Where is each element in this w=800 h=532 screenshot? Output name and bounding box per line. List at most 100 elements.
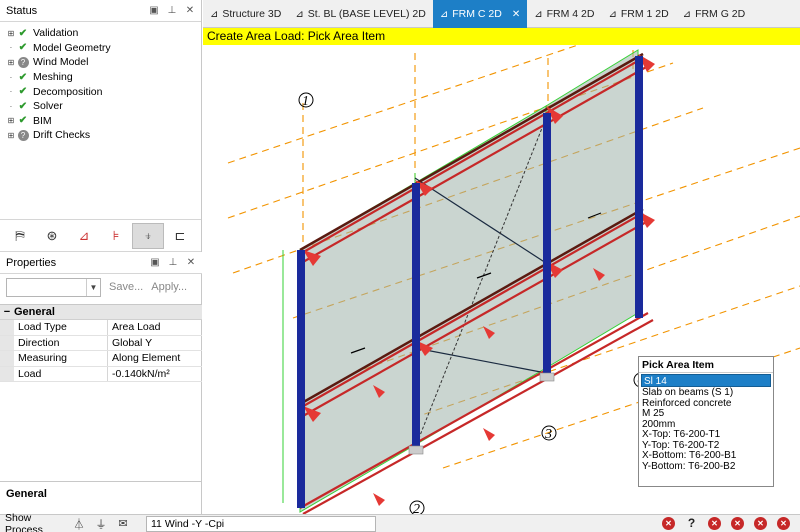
pick-popup-title: Pick Area Item [639,357,773,373]
checkmark-icon: ✔ [18,86,28,98]
property-row[interactable]: Measuring Along Element [0,351,202,367]
status-item[interactable]: ⊞? Wind Model [0,55,201,70]
save-button[interactable]: Save... [109,281,143,293]
close-tab-icon[interactable]: ✕ [512,9,520,20]
property-category[interactable]: − General [0,305,202,320]
error-icon[interactable]: ✕ [754,517,767,530]
column-tool-icon[interactable]: ⊧ [100,223,132,249]
tab-label: FRM C 2D [452,8,502,20]
property-value[interactable]: Global Y [108,336,202,351]
error-icon[interactable]: ✕ [708,517,721,530]
structure-icon[interactable]: ⏃ [68,516,90,532]
close-icon[interactable]: ✕ [186,257,196,268]
property-value[interactable]: Area Load [108,320,202,335]
checkmark-icon: ✔ [18,42,28,54]
row-gutter [0,320,14,335]
grid-label-3: 3 [544,427,552,442]
view-tab[interactable]: ⊿ Structure 3D [203,0,288,28]
section-tool-icon[interactable]: ⊏ [164,223,196,249]
property-category-label: General [14,306,55,318]
support-tool-icon[interactable]: ⊿ [68,223,100,249]
status-item-label: Validation [33,27,79,40]
property-key: Load Type [14,320,108,335]
load-icon[interactable]: ⏚ [90,516,112,532]
view-icon: ⊿ [439,8,449,20]
property-value[interactable]: Along Element [108,351,202,366]
status-panel-title: Status [6,4,38,17]
preset-select[interactable]: ▼ [6,277,101,297]
wheel-tool-icon[interactable]: ⊛ [36,223,68,249]
tree-line-icon: · [9,72,13,82]
property-row[interactable]: Direction Global Y [0,335,202,351]
model-viewport[interactable]: 1 2 3 2 C Create Area Load: Pick Area It… [203,28,800,514]
status-item[interactable]: · ✔ Model Geometry [0,41,201,56]
command-prompt: Create Area Load: Pick Area Item [203,28,800,45]
chevron-down-icon: ▼ [86,278,100,296]
checkmark-icon: ✔ [18,27,28,39]
view-tab[interactable]: ⊿ FRM 4 2D [527,0,601,28]
status-item-label: BIM [33,114,52,127]
expand-icon[interactable]: ⊞ [6,131,16,140]
mail-icon[interactable]: ✉ [112,517,134,530]
apply-button[interactable]: Apply... [151,281,187,293]
error-icon[interactable]: ✕ [777,517,790,530]
pick-detail-line: X-Bottom: T6-200-B1 [642,450,737,461]
property-row[interactable]: Load Type Area Load [0,320,202,336]
loadcase-select[interactable]: 11 Wind -Y -Cpi [146,515,376,532]
status-item[interactable]: · ✔ Solver [0,99,201,114]
status-item-label: Solver [33,100,63,113]
status-item[interactable]: ⊞ ✔ Validation [0,26,201,41]
grid-label-2b: 2 [413,502,420,514]
show-process-label[interactable]: Show Process [0,512,68,532]
help-icon[interactable]: ? [685,517,698,530]
properties-panel-title: Properties [6,256,57,269]
properties-description: General [0,481,202,509]
status-tree: ⊞ ✔ Validation · ✔ Model Geometry ⊞? Wind Model… [0,22,201,220]
pick-selected-item[interactable]: Sl 14 [641,374,771,387]
checkmark-icon: ✔ [18,100,28,112]
error-icon[interactable]: ✕ [662,517,675,530]
row-gutter [0,351,14,366]
view-tab[interactable]: ⊿ St. BL (BASE LEVEL) 2D [288,0,432,28]
pick-detail-line: Slab on beams (S 1) [642,387,734,398]
status-item[interactable]: ⊞ ✔ BIM [0,114,201,129]
status-panel-header: Status ▣ ⊥ ✕ [0,0,201,22]
property-row[interactable]: Load -0.140kN/m² [0,366,202,382]
status-item[interactable]: · ✔ Meshing [0,70,201,85]
window-position-icon[interactable]: ▣ [150,257,160,268]
pick-detail-line: X-Top: T6-200-T1 [642,429,721,440]
property-value[interactable]: -0.140kN/m² [108,367,202,382]
status-item-label: Model Geometry [33,41,111,54]
pin-icon[interactable]: ⊥ [168,257,178,268]
grid-label-1: 1 [302,94,309,109]
pick-area-popup[interactable]: Pick Area Item Sl 14 Slab on beams (S 1)… [638,356,774,487]
collapse-icon[interactable]: − [0,306,14,318]
expand-icon[interactable]: ⊞ [6,116,16,125]
expand-icon[interactable]: ⊞ [6,58,16,67]
view-icon: ⊿ [682,8,692,20]
view-icon: ⊿ [295,8,304,20]
frame-tool-icon[interactable]: ⛿ [4,223,36,249]
tab-label: FRM G 2D [695,8,746,20]
status-item[interactable]: · ✔ Decomposition [0,84,201,99]
area-panels [299,49,639,513]
tab-label: St. BL (BASE LEVEL) 2D [307,8,426,20]
status-item-label: Wind Model [33,56,89,69]
view-tab[interactable]: ⊿ FRM G 2D [676,0,753,28]
expand-icon[interactable]: ⊞ [6,29,16,38]
window-position-icon[interactable]: ▣ [149,5,159,16]
properties-panel: ▼ Save... Apply... − General Load Type Ar… [0,274,202,382]
error-icon[interactable]: ✕ [731,517,744,530]
property-grid: − General Load Type Area Load Direction Glo… [0,304,202,382]
property-key: Measuring [14,351,108,366]
properties-panel-header: Properties ▣ ⊥ ✕ [0,252,202,274]
tree-line-icon: · [9,43,13,53]
question-icon: ? [16,56,30,68]
view-tab[interactable]: ⊿ FRM 1 2D [601,0,675,28]
close-icon[interactable]: ✕ [185,5,195,16]
status-item[interactable]: ⊞? Drift Checks [0,128,201,143]
pin-icon[interactable]: ⊥ [167,5,177,16]
load-tool-icon[interactable]: ⍖ [132,222,164,249]
view-tab[interactable]: ⊿ FRM C 2D ✕ [432,0,528,28]
view-icon: ⊿ [608,8,617,20]
